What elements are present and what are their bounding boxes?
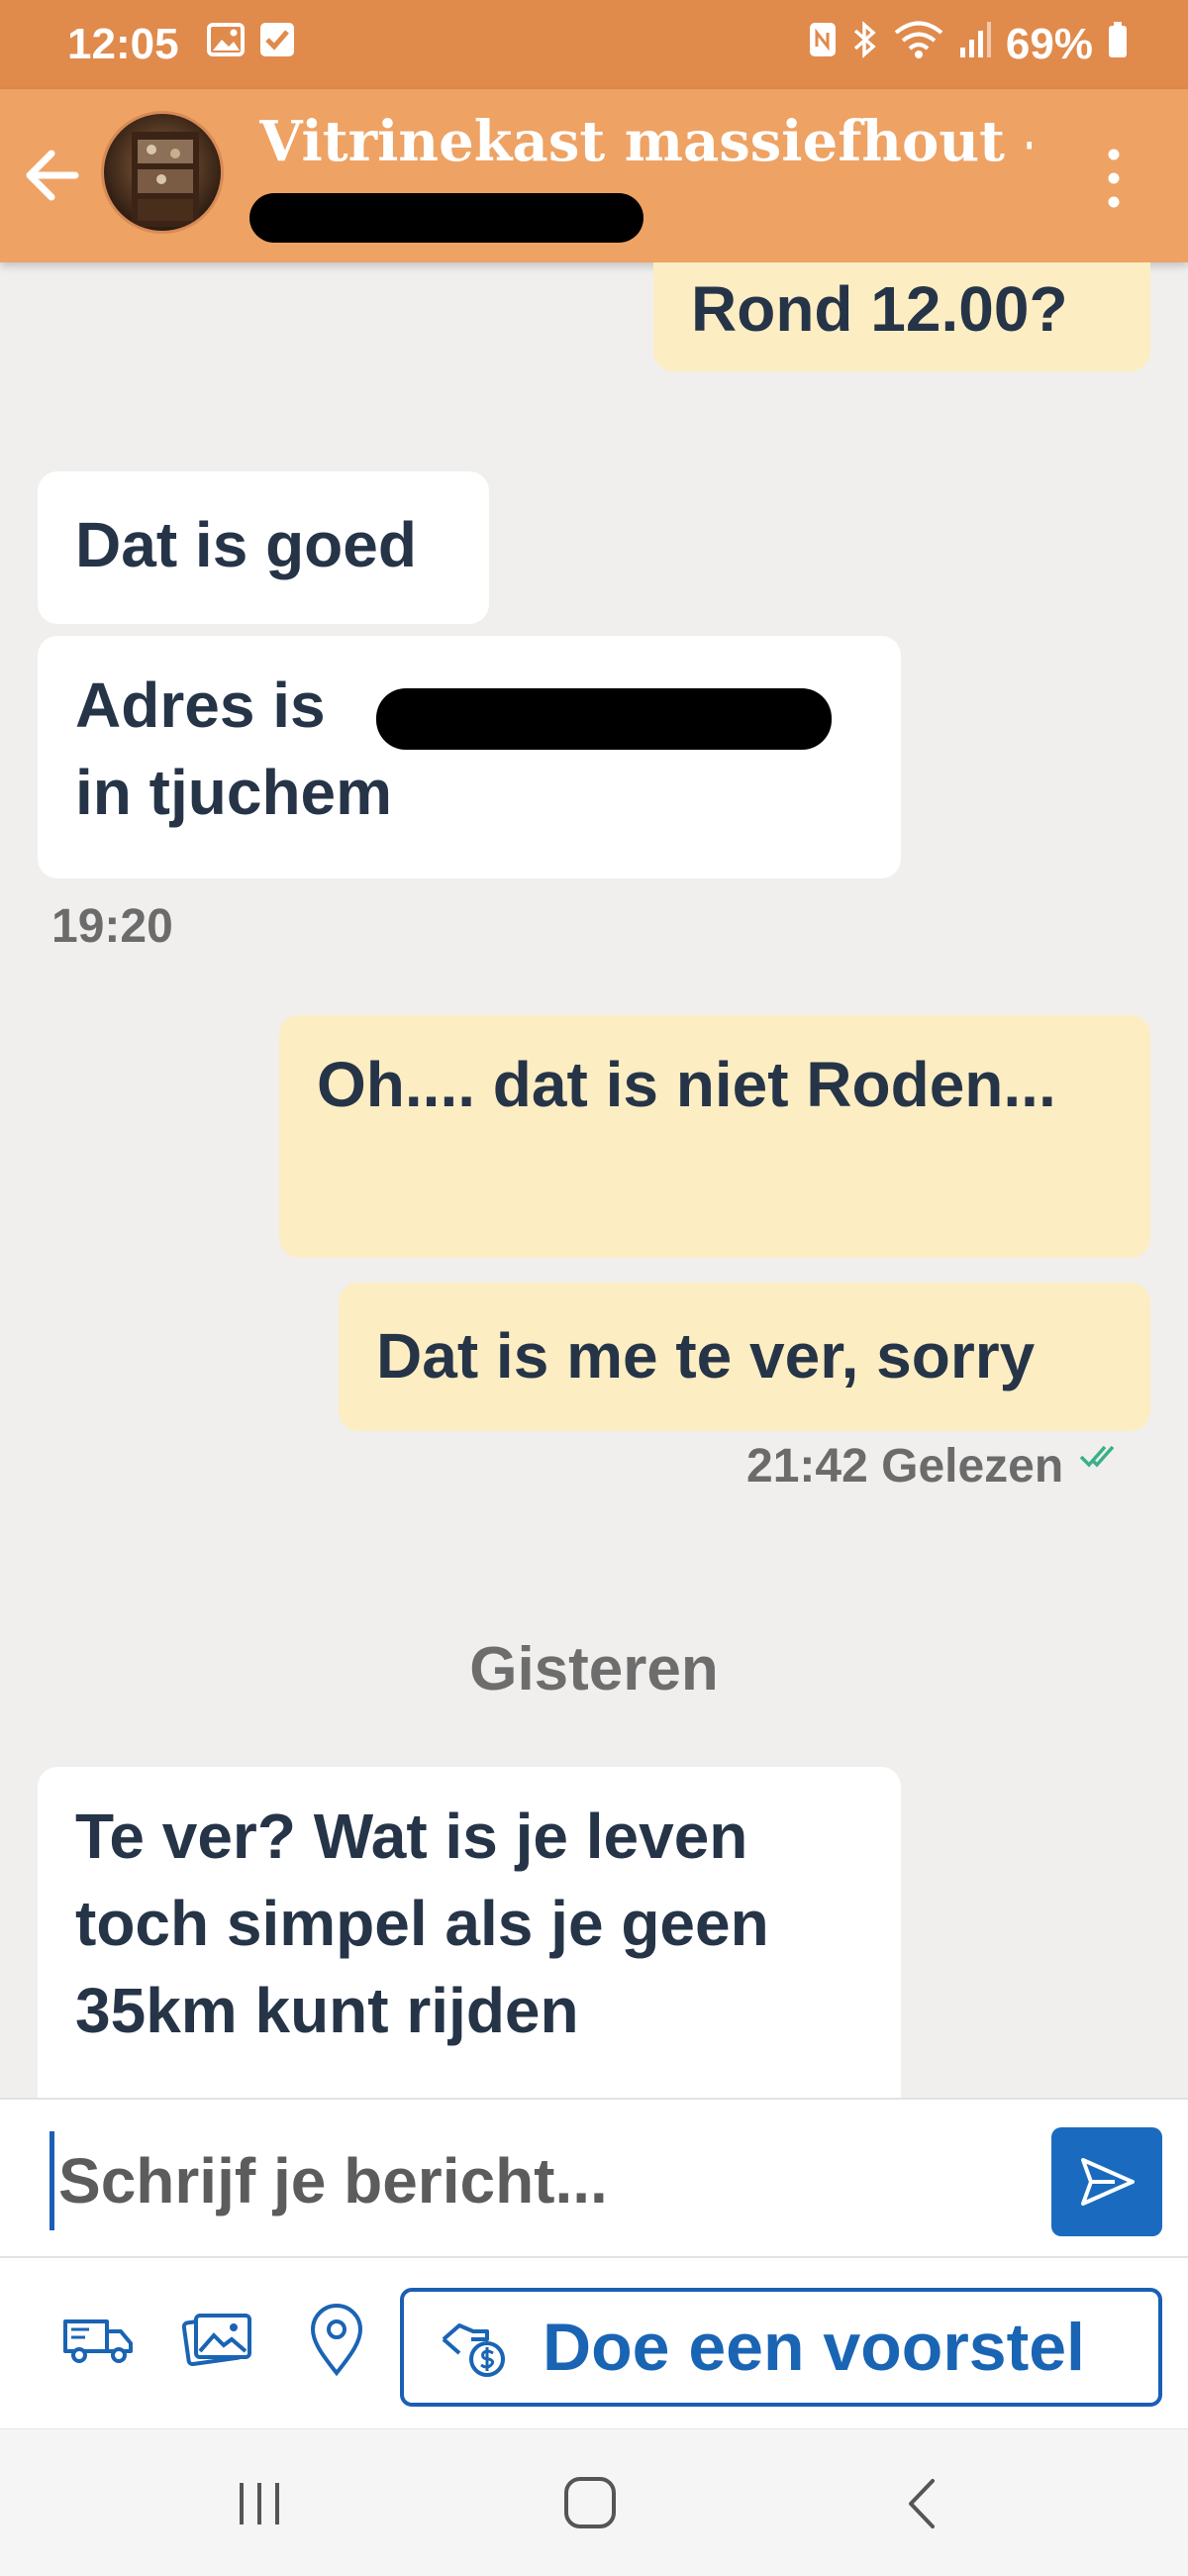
make-offer-label: Doe een voorstel [543,2310,1085,2385]
signal-icon [958,20,992,70]
hand-money-icon [442,2323,505,2377]
back-button[interactable] [18,141,87,210]
message-text: Te ver? Wat is je leven toch simpel als … [75,1801,769,2046]
more-vert-icon [1108,149,1120,208]
message-text: Dat is goed [75,509,417,580]
message-text: Oh.... dat is niet Roden... [317,1049,1056,1120]
send-button[interactable] [1051,2127,1162,2236]
message-text: Dat is me te ver, sorry [376,1320,1036,1391]
redacted-address [376,688,832,750]
check-box-icon [258,20,296,69]
photos-button[interactable] [178,2300,257,2379]
message-meta: 21:42 Gelezen [746,1439,1123,1494]
nav-back-button[interactable] [883,2469,962,2538]
truck-icon [63,2319,133,2363]
chat-title: Vitrinekast massiefhout -... [259,109,1032,174]
listing-avatar[interactable] [101,111,224,234]
more-menu-button[interactable] [1089,139,1138,218]
recent-apps-button[interactable] [220,2469,299,2538]
nav-back-icon [909,2479,935,2528]
redacted-subtitle [249,193,644,243]
message-text: Adres is [75,670,326,741]
date-separator: Gisteren [469,1635,719,1703]
back-arrow-icon [26,150,79,201]
message-composer [0,2098,1188,2256]
read-status: Gelezen [881,1440,1064,1493]
images-icon [181,2314,251,2367]
recent-apps-icon [240,2483,279,2524]
status-time: 12:05 [67,20,179,68]
message-timestamp: 19:20 [51,900,173,953]
system-navigation-bar [0,2428,1188,2576]
make-offer-button[interactable]: Doe een voorstel [400,2288,1162,2407]
wifi-icon [893,20,944,70]
message-text: in tjuchem [75,757,393,828]
gallery-icon [206,20,245,69]
outgoing-message: Oh.... dat is niet Roden... [279,1015,1150,1258]
incoming-message: Dat is goed [38,471,489,624]
battery-icon [1107,20,1129,70]
home-button[interactable] [550,2469,630,2538]
status-bar: 12:05 69% [0,0,1188,89]
location-pin-icon [310,2304,363,2377]
chat-header: Vitrinekast massiefhout -... [0,89,1188,262]
chat-toolbar: Doe een voorstel [0,2256,1188,2428]
message-timestamp: 21:42 [746,1440,868,1493]
bluetooth-icon [851,20,879,70]
message-input[interactable] [50,2131,1020,2230]
outgoing-message: Dat is me te ver, sorry [339,1283,1150,1431]
location-button[interactable] [297,2300,376,2379]
message-list[interactable]: Rond 12.00? Dat is goed Adres is in tjuc… [0,262,1188,2100]
incoming-message: Adres is in tjuchem [38,636,901,878]
double-check-icon [1079,1445,1114,1468]
shipping-button[interactable] [59,2300,139,2379]
incoming-message: Te ver? Wat is je leven toch simpel als … [38,1767,901,2100]
battery-text: 69% [1005,20,1093,68]
outgoing-message: Rond 12.00? [653,262,1150,371]
send-icon [1081,2158,1135,2206]
message-text: Rond 12.00? [691,273,1068,345]
home-icon [564,2477,616,2528]
nfc-icon [808,20,838,69]
